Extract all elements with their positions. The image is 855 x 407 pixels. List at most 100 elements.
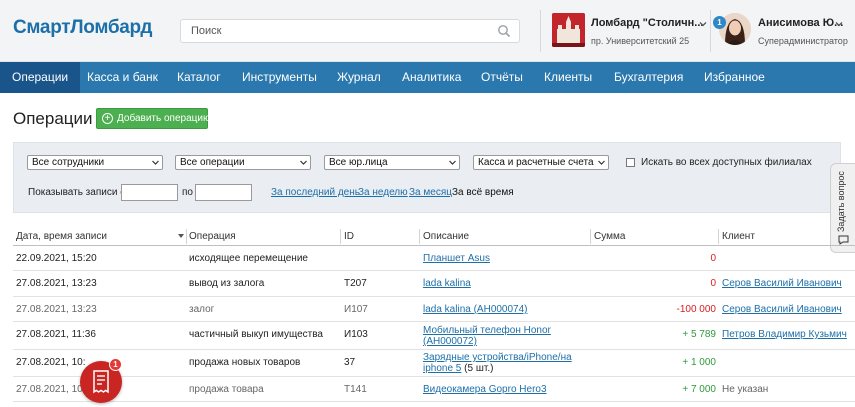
cell-id: И103 xyxy=(344,329,368,340)
month-link[interactable]: За месяц xyxy=(409,187,452,198)
table-row[interactable]: 27.08.2021, 13:23 залог И107 lada kalina… xyxy=(13,298,855,322)
cell-date: 27.08.2021, 10: xyxy=(16,384,86,395)
column-header-operation[interactable]: Операция xyxy=(189,227,236,246)
nav-item-cash-bank[interactable]: Касса и банк xyxy=(87,62,158,93)
chevron-down-icon xyxy=(598,160,605,165)
cell-sum: -100 000 xyxy=(676,304,716,315)
table-row[interactable]: 27.08.2021, 10: продажа новых товаров 37… xyxy=(13,351,855,377)
cell-description-link[interactable]: Видеокамера Gopro Hero3 xyxy=(423,384,547,395)
search-box[interactable] xyxy=(180,19,520,43)
column-divider xyxy=(340,229,341,244)
cash-accounts-select[interactable]: Касса и расчетные счета xyxy=(473,155,609,170)
nav-item-tools[interactable]: Инструменты xyxy=(242,62,317,93)
column-header-date[interactable]: Дата, время записи xyxy=(16,227,107,246)
date-to-input[interactable] xyxy=(195,184,252,201)
table-row[interactable]: 27.08.2021, 13:23 вывод из залога Т207 l… xyxy=(13,272,855,297)
table-row[interactable]: 22.09.2021, 15:20 исходящее перемещение … xyxy=(13,247,855,271)
cell-description-link[interactable]: Зарядные устройства/iPhone/на xyxy=(423,352,572,363)
chevron-down-icon[interactable] xyxy=(699,20,707,28)
column-header-description[interactable]: Описание xyxy=(423,227,469,246)
week-link[interactable]: За неделю xyxy=(358,187,408,198)
cell-description-link[interactable]: lada kalina xyxy=(423,278,471,289)
cell-date: 27.08.2021, 11:36 xyxy=(16,329,96,340)
cell-sum: 0 xyxy=(710,253,716,264)
cell-operation: вывод из залога xyxy=(189,278,265,289)
branch-name[interactable]: Ломбард "Столичн... xyxy=(591,17,703,29)
date-from-input[interactable] xyxy=(121,184,178,201)
operations-select[interactable]: Все операции xyxy=(175,155,311,170)
app-logo[interactable]: СмартЛомбард xyxy=(13,17,152,39)
cell-sum: + 1 000 xyxy=(682,357,716,368)
column-divider xyxy=(186,229,187,244)
cell-description-line2: iphone 5 (5 шт.) xyxy=(423,363,493,374)
search-input[interactable] xyxy=(181,20,481,42)
search-icon[interactable] xyxy=(497,24,511,38)
operations-select-value: Все операции xyxy=(180,157,245,168)
chevron-down-icon xyxy=(300,160,307,165)
nav-item-catalog[interactable]: Каталог xyxy=(177,62,221,93)
cell-description-link-line2[interactable]: (АН000072) xyxy=(423,336,477,347)
cell-sum: 0 xyxy=(710,278,716,289)
branch-image[interactable] xyxy=(552,13,585,47)
cell-description-link[interactable]: lada kalina (АН000074) xyxy=(423,304,528,315)
cell-date: 22.09.2021, 15:20 xyxy=(16,253,97,264)
cell-id: Т207 xyxy=(344,278,367,289)
cell-operation: исходящее перемещение xyxy=(189,253,308,264)
cell-id: Т141 xyxy=(344,384,367,395)
chevron-down-icon[interactable] xyxy=(835,20,843,28)
main-nav: Операции Касса и банк Каталог Инструмент… xyxy=(0,62,855,93)
search-all-branches-label[interactable]: Искать во всех доступных филиалах xyxy=(641,157,812,168)
employees-select-value: Все сотрудники xyxy=(32,157,105,168)
column-header-id[interactable]: ID xyxy=(344,227,354,246)
cell-date: 27.08.2021, 13:23 xyxy=(16,304,97,315)
nav-item-operations[interactable]: Операции xyxy=(0,62,81,93)
notification-badge[interactable]: 1 xyxy=(713,16,726,29)
user-role: Суперадминистратор xyxy=(758,36,848,46)
branch-address: пр. Университетский 25 xyxy=(591,36,690,46)
cash-accounts-select-value: Касса и расчетные счета xyxy=(478,157,594,168)
cell-id: 37 xyxy=(344,357,356,368)
user-name[interactable]: Анисимова Ю... xyxy=(758,17,843,29)
table-row[interactable]: 27.08.2021, 10: продажа товара Т141 Виде… xyxy=(13,378,855,402)
chevron-down-icon xyxy=(152,160,159,165)
cell-client-link[interactable]: Серов Василий Иванович xyxy=(722,304,842,315)
employees-select[interactable]: Все сотрудники xyxy=(27,155,163,170)
sort-arrow-icon[interactable] xyxy=(178,234,184,239)
date-from-label: Показывать записи с xyxy=(28,187,126,198)
column-divider xyxy=(419,229,420,244)
legal-entities-select-value: Все юр.лица xyxy=(329,157,388,168)
divider xyxy=(540,10,541,52)
cell-date: 27.08.2021, 10: xyxy=(16,357,86,368)
cell-description-link[interactable]: Мобильный телефон Honor xyxy=(423,325,551,336)
receipt-icon xyxy=(93,370,109,394)
cell-client-link[interactable]: Серов Василий Иванович xyxy=(722,278,842,289)
nav-item-journal[interactable]: Журнал xyxy=(337,62,381,93)
cell-id: И107 xyxy=(344,304,368,315)
cell-client-link[interactable]: Петров Владимир Кузьмич xyxy=(722,329,847,340)
plus-icon: + xyxy=(102,113,113,124)
table-row[interactable]: 27.08.2021, 11:36 частичный выкуп имущес… xyxy=(13,323,855,350)
cell-description-quantity: (5 шт.) xyxy=(461,363,494,374)
nav-item-favorites[interactable]: Избранное xyxy=(704,62,765,93)
all-time-option[interactable]: За всё время xyxy=(452,187,514,198)
column-divider xyxy=(590,229,591,244)
receipt-badge: 1 xyxy=(109,358,122,371)
cell-sum: + 5 789 xyxy=(682,329,716,340)
cell-sum: + 7 000 xyxy=(682,384,716,395)
nav-item-clients[interactable]: Клиенты xyxy=(544,62,592,93)
nav-item-reports[interactable]: Отчёты xyxy=(481,62,523,93)
chevron-down-icon xyxy=(449,160,456,165)
column-header-sum[interactable]: Сумма xyxy=(594,227,625,246)
cell-client: Не указан xyxy=(722,384,769,395)
nav-item-analytics[interactable]: Аналитика xyxy=(402,62,461,93)
add-operation-label: Добавить операцию xyxy=(117,113,211,124)
search-all-branches-checkbox[interactable] xyxy=(626,158,635,167)
last-day-link[interactable]: За последний день xyxy=(271,187,360,198)
column-header-client[interactable]: Клиент xyxy=(722,227,755,246)
cell-description-link-line2[interactable]: iphone 5 xyxy=(423,363,461,374)
cell-description-link[interactable]: Планшет Asus xyxy=(423,253,490,264)
legal-entities-select[interactable]: Все юр.лица xyxy=(324,155,460,170)
nav-item-accounting[interactable]: Бухгалтерия xyxy=(614,62,683,93)
cell-date: 27.08.2021, 13:23 xyxy=(16,278,97,289)
add-operation-button[interactable]: + Добавить операцию xyxy=(96,108,211,129)
